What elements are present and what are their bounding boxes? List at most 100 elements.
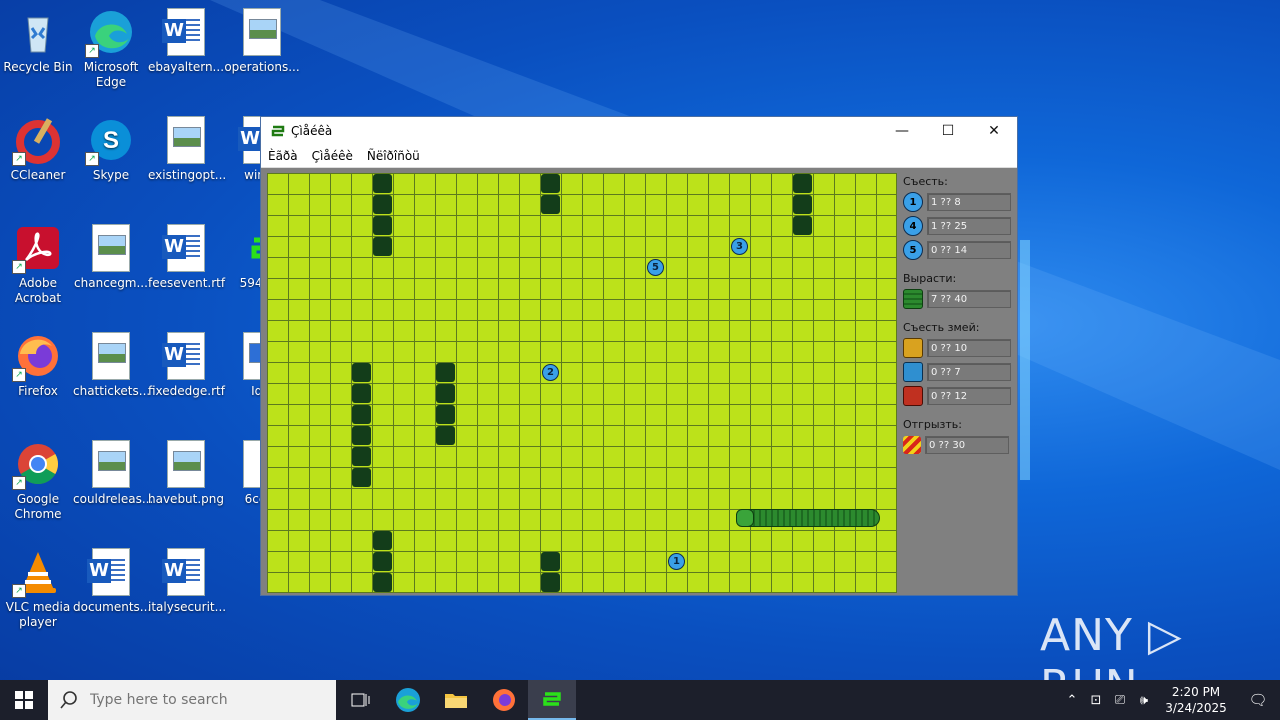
- eat-section-title: Съесть:: [903, 175, 948, 188]
- desktop-icon-acrobat[interactable]: ↗ Adobe Acrobat: [0, 224, 76, 306]
- word-doc-icon: W: [87, 559, 111, 583]
- goals-panel: Съесть: 1 1 ?? 8 4 1 ?? 25 5 0 ?? 14 Выр…: [903, 173, 1015, 459]
- wall-block: [373, 531, 392, 550]
- edge-icon: [396, 688, 420, 712]
- wall-block: [436, 405, 455, 424]
- clock-date: 3/24/2025: [1165, 701, 1227, 715]
- wall-block: [373, 573, 392, 592]
- network-icon[interactable]: ⎚: [1108, 693, 1132, 708]
- player-snake: [736, 509, 880, 527]
- desktop-icon-label: Skype: [92, 168, 130, 182]
- menu-game[interactable]: Èãðà: [268, 149, 298, 163]
- goal-row: 0 ?? 12: [903, 386, 1015, 406]
- desktop-icon-firefox[interactable]: ↗ Firefox: [0, 332, 76, 399]
- desktop-icon-label: VLC media player: [5, 600, 71, 629]
- snake-game-window[interactable]: Çìåéêà — ☐ ✕ Èãðà Çìåéêè Ñëîðîñòü 3 5 2 …: [260, 116, 1018, 596]
- goal-row: 0 ?? 30: [903, 435, 1015, 455]
- desktop-icon-ccleaner[interactable]: ↗ CCleaner: [0, 116, 76, 183]
- desktop-icon-chattickets[interactable]: chattickets...: [73, 332, 150, 399]
- taskbar-edge-button[interactable]: [384, 680, 432, 720]
- desktop-icon-operations[interactable]: operations...: [224, 8, 300, 75]
- desktop-icon-vlc[interactable]: ↗ VLC media player: [0, 548, 76, 630]
- food-badge-icon: 5: [903, 240, 923, 260]
- window-titlebar[interactable]: Çìåéêà — ☐ ✕: [261, 117, 1017, 145]
- start-button[interactable]: [0, 680, 48, 720]
- eat-snakes-section-title: Съесть змей:: [903, 321, 980, 334]
- taskbar-search[interactable]: [48, 680, 336, 720]
- close-button[interactable]: ✕: [971, 117, 1017, 145]
- desktop-icon-havebut[interactable]: havebut.png: [148, 440, 224, 507]
- chevron-up-icon[interactable]: ⌃: [1060, 693, 1084, 708]
- desktop-icon-label: existingopt...: [148, 168, 227, 182]
- wall-block: [373, 216, 392, 235]
- desktop-icon-ebayaltern[interactable]: W ebayaltern...: [148, 8, 224, 75]
- snake-head: [736, 509, 754, 527]
- goal-value: 0 ?? 30: [925, 436, 1009, 454]
- taskbar-snake-game-button[interactable]: [528, 680, 576, 720]
- wall-block: [373, 174, 392, 193]
- goal-value: 0 ?? 12: [927, 387, 1011, 405]
- desktop-icon-label: CCleaner: [10, 168, 66, 182]
- firefox-icon: [493, 689, 515, 711]
- desktop-icon-italysecurit[interactable]: W italysecurit...: [148, 548, 227, 615]
- minimize-button[interactable]: —: [879, 117, 925, 145]
- image-file-icon: [167, 440, 205, 488]
- menu-snakes[interactable]: Çìåéêè: [312, 149, 353, 163]
- wall-block: [541, 174, 560, 193]
- shortcut-arrow-icon: ↗: [12, 368, 26, 382]
- enemy-snake-red-icon: [903, 386, 923, 406]
- volume-icon[interactable]: 🕪: [1132, 693, 1156, 708]
- bite-tail-icon: [903, 436, 921, 454]
- desktop-icon-fixededge[interactable]: W fixededge.rtf: [148, 332, 225, 399]
- system-tray: ⌃ ⊡ ⎚ 🕪 2:20 PM 3/24/2025 🗨: [1060, 680, 1280, 720]
- clock[interactable]: 2:20 PM 3/24/2025: [1156, 684, 1236, 716]
- shortcut-arrow-icon: ↗: [12, 260, 26, 274]
- desktop-icon-existingopt[interactable]: existingopt...: [148, 116, 227, 183]
- goal-value: 1 ?? 25: [927, 217, 1011, 235]
- grow-section-title: Вырасти:: [903, 272, 957, 285]
- desktop-icon-label: Adobe Acrobat: [14, 276, 62, 305]
- food-item: 2: [542, 364, 559, 381]
- wall-block: [352, 468, 371, 487]
- desktop-icon-edge[interactable]: ↗ Microsoft Edge: [73, 8, 149, 90]
- word-doc-icon: W: [162, 235, 186, 259]
- clock-time: 2:20 PM: [1171, 685, 1221, 699]
- wall-block: [541, 573, 560, 592]
- desktop-icon-couldreleas[interactable]: couldreleas...: [73, 440, 154, 507]
- desktop-icon-label: Microsoft Edge: [83, 60, 139, 89]
- enemy-snake-blue-icon: [903, 362, 923, 382]
- wall-block: [352, 447, 371, 466]
- taskbar-explorer-button[interactable]: [432, 680, 480, 720]
- goal-row: 0 ?? 7: [903, 362, 1015, 382]
- desktop-icon-chancegm[interactable]: chancegm...: [73, 224, 149, 291]
- wall-block: [436, 384, 455, 403]
- notification-icon[interactable]: 🗨: [1236, 691, 1280, 709]
- food-item: 5: [647, 259, 664, 276]
- enemy-snake-yellow-icon: [903, 338, 923, 358]
- desktop-icon-label: fixededge.rtf: [148, 384, 225, 398]
- goal-value: 1 ?? 8: [927, 193, 1011, 211]
- maximize-button[interactable]: ☐: [925, 117, 971, 145]
- task-view-button[interactable]: [336, 680, 384, 720]
- taskbar-firefox-button[interactable]: [480, 680, 528, 720]
- search-input[interactable]: [88, 691, 332, 709]
- desktop-icon-label: italysecurit...: [148, 600, 227, 614]
- goal-row: 5 0 ?? 14: [903, 240, 1015, 260]
- desktop-icon-chrome[interactable]: ↗ Google Chrome: [0, 440, 76, 522]
- desktop-icon-recycle-bin[interactable]: Recycle Bin: [0, 8, 76, 75]
- goal-value: 7 ?? 40: [927, 290, 1011, 308]
- windows-logo-icon: [15, 691, 33, 709]
- desktop-icon-label: couldreleas...: [73, 492, 154, 506]
- desktop-icon-feesevent[interactable]: W feesevent.rtf: [148, 224, 225, 291]
- shortcut-arrow-icon: ↗: [12, 584, 26, 598]
- snake-app-icon: [271, 124, 285, 138]
- menu-bar: Èãðà Çìåéêè Ñëîðîñòü: [261, 145, 1017, 168]
- food-badge-icon: 1: [903, 192, 923, 212]
- desktop-icon-documents[interactable]: W documents...: [73, 548, 151, 615]
- menu-speed[interactable]: Ñëîðîñòü: [367, 149, 420, 163]
- desktop-icon-skype[interactable]: S ↗ Skype: [73, 116, 149, 183]
- image-file-icon: [92, 332, 130, 380]
- game-board[interactable]: 3 5 2 1: [267, 173, 897, 593]
- goal-row: 1 1 ?? 8: [903, 192, 1015, 212]
- meet-now-icon[interactable]: ⊡: [1084, 693, 1108, 708]
